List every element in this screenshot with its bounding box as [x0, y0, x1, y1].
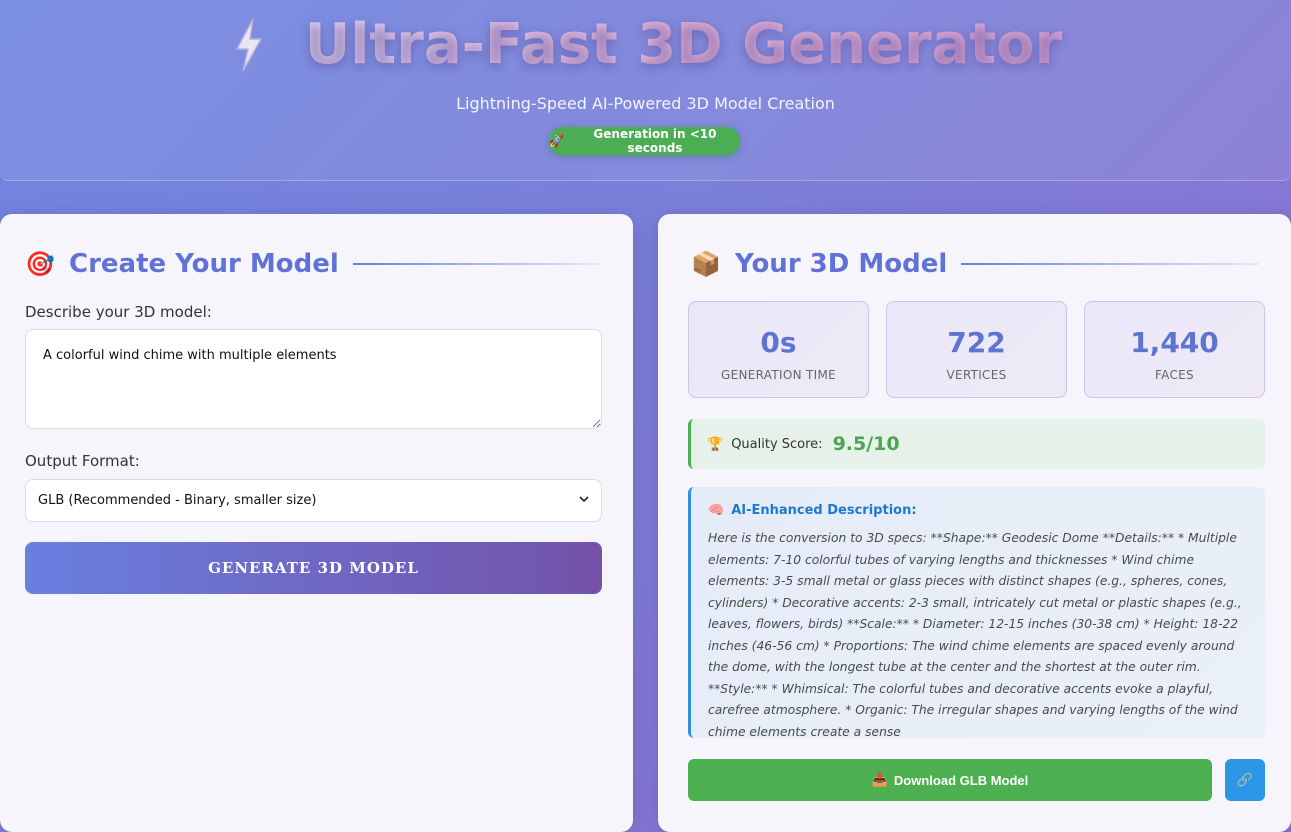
- ai-description-header: 🧠 AI-Enhanced Description:: [708, 503, 1251, 518]
- output-format-select[interactable]: GLB (Recommended - Binary, smaller size): [25, 479, 602, 522]
- hero-subtitle: Lightning-Speed AI-Powered 3D Model Crea…: [456, 94, 835, 113]
- header-divider: [961, 263, 1259, 265]
- create-panel-header: 🎯 Create Your Model: [25, 246, 601, 282]
- create-panel-title: Create Your Model: [69, 249, 339, 279]
- trophy-icon: 🏆: [707, 436, 724, 452]
- prompt-label: Describe your 3D model:: [25, 303, 212, 321]
- brain-icon: 🧠: [708, 503, 725, 518]
- quality-score-value: 9.5/10: [832, 433, 900, 455]
- stat-label: VERTICES: [946, 368, 1007, 382]
- stat-label: GENERATION TIME: [721, 368, 836, 382]
- ai-description-box: 🧠 AI-Enhanced Description: Here is the c…: [688, 487, 1265, 739]
- create-model-panel: 🎯 Create Your Model Describe your 3D mod…: [0, 214, 633, 832]
- ai-description-text: Here is the conversion to 3D specs: **Sh…: [708, 531, 1242, 739]
- header-divider: [352, 263, 601, 265]
- speed-badge-label: Generation in <10 seconds: [593, 127, 717, 155]
- prompt-textarea[interactable]: A colorful wind chime with multiple elem…: [25, 329, 602, 429]
- stat-value: 1,440: [1130, 326, 1219, 359]
- format-label: Output Format:: [25, 452, 140, 470]
- generate-model-button[interactable]: GENERATE 3D MODEL: [25, 542, 602, 594]
- result-panel: 📦 Your 3D Model 0s GENERATION TIME 722 V…: [658, 214, 1291, 832]
- stat-label: FACES: [1155, 368, 1194, 382]
- stat-card-vertices: 722 VERTICES: [886, 301, 1067, 398]
- hero-title-row: Ultra-Fast 3D Generator: [0, 12, 1291, 77]
- link-icon: 🔗: [1236, 772, 1254, 787]
- download-model-button[interactable]: 📥 Download GLB Model: [688, 759, 1212, 801]
- format-selected-value: GLB (Recommended - Binary, smaller size): [38, 493, 317, 508]
- stat-value: 722: [947, 326, 1006, 359]
- result-panel-header: 📦 Your 3D Model: [691, 246, 1259, 282]
- quality-score-box: 🏆 Quality Score: 9.5/10: [688, 419, 1265, 469]
- stat-card-generation-time: 0s GENERATION TIME: [688, 301, 869, 398]
- stat-value: 0s: [760, 326, 797, 359]
- chevron-down-icon: [579, 495, 589, 506]
- copy-link-button[interactable]: 🔗: [1225, 759, 1265, 801]
- download-label: Download GLB Model: [893, 772, 1029, 788]
- result-panel-title: Your 3D Model: [735, 249, 948, 279]
- download-icon: 📥: [871, 772, 888, 787]
- speed-badge: 🚀 Generation in <10 seconds: [549, 127, 740, 155]
- hero-header: Ultra-Fast 3D Generator Lightning-Speed …: [0, 0, 1291, 181]
- target-icon: 🎯: [25, 250, 55, 278]
- app-title: Ultra-Fast 3D Generator: [304, 12, 1063, 77]
- lightning-bolt-icon: [235, 18, 263, 71]
- package-icon: 📦: [691, 250, 721, 278]
- stat-card-faces: 1,440 FACES: [1084, 301, 1265, 398]
- ai-description-title: AI-Enhanced Description:: [731, 503, 917, 518]
- quality-score-label: Quality Score:: [731, 436, 823, 452]
- rocket-icon: 🚀: [549, 134, 564, 148]
